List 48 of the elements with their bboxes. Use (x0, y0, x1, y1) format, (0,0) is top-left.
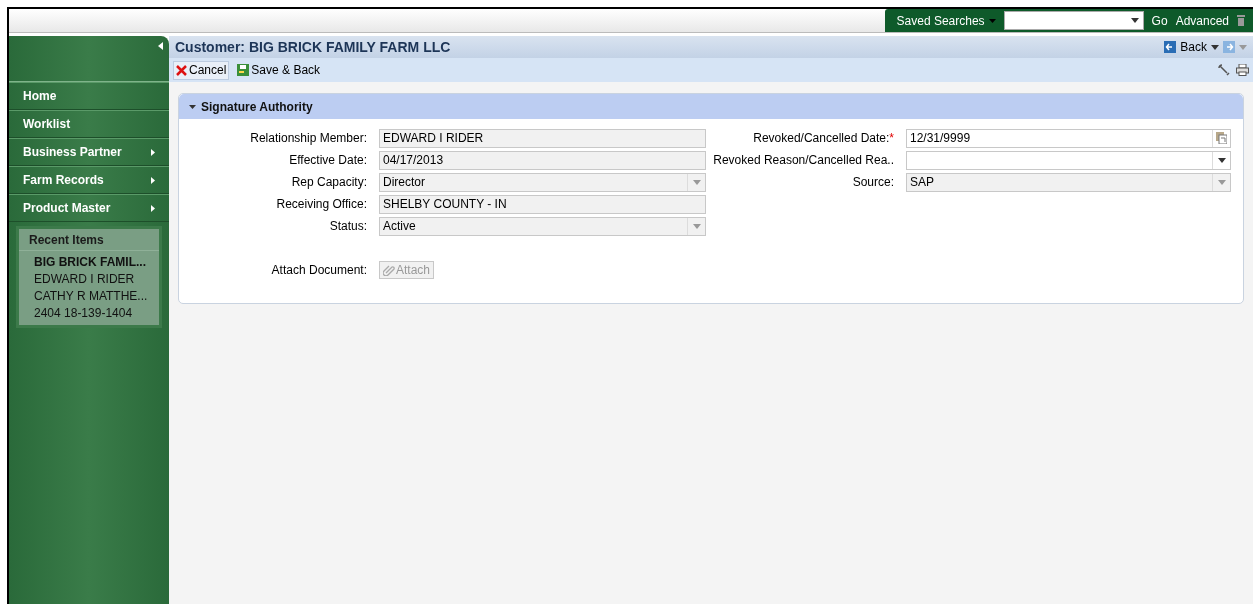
advanced-button[interactable]: Advanced (1175, 11, 1229, 30)
section-header[interactable]: Signature Authority (179, 94, 1243, 119)
dropdown-icon (1239, 44, 1247, 50)
print-icon[interactable] (1236, 64, 1249, 76)
field-label: Rep Capacity: (290, 174, 368, 191)
calendar-icon[interactable] (1216, 132, 1227, 144)
required-mark: * (889, 131, 894, 145)
sidebar-item[interactable]: Home (9, 82, 169, 110)
dropdown-icon (692, 179, 701, 185)
back-arrow-icon[interactable] (1164, 41, 1177, 53)
back-button[interactable]: Back (1180, 38, 1207, 56)
save-button[interactable]: Save & Back (235, 60, 323, 80)
close-icon (176, 64, 187, 76)
dropdown-icon (1130, 18, 1139, 23)
caret-icon (988, 18, 996, 23)
trash-icon[interactable] (1237, 15, 1245, 26)
date-field[interactable]: 12/31/9999 (906, 128, 1231, 148)
dropdown-icon (1217, 157, 1226, 163)
sidebar-item[interactable]: Business Partner (9, 138, 169, 166)
field-label: Effective Date: (288, 152, 368, 169)
expand-caret-icon (189, 104, 196, 109)
field-label: Revoked Reason/Cancelled Rea.. (712, 152, 895, 169)
field-label: Relationship Member: (249, 130, 368, 147)
recent-item[interactable]: BIG BRICK FAMIL... (34, 254, 144, 271)
go-button[interactable]: Go (1151, 11, 1168, 30)
recent-item[interactable]: 2404 18-139-1404 (34, 305, 144, 322)
search-field[interactable] (1003, 11, 1144, 30)
dropdown-icon (692, 223, 701, 229)
cancel-button[interactable]: Cancel (173, 60, 230, 80)
sidebar-item[interactable]: Worklist (9, 110, 169, 138)
page-title: Customer: BIG BRICK FAMILY FARM LLC (175, 37, 451, 57)
dropdown-icon (1211, 44, 1219, 50)
saved-searches-button[interactable]: Saved Searches (896, 11, 996, 30)
wrench-icon[interactable] (1218, 64, 1230, 76)
dropdown-icon (1217, 179, 1226, 185)
recent-item[interactable]: EDWARD I RIDER (34, 271, 144, 288)
field-label: Receiving Office: (275, 196, 368, 213)
field-label: Source: (851, 174, 895, 191)
forward-arrow-icon[interactable] (1223, 41, 1235, 53)
sidebar-item[interactable]: Farm Records (9, 166, 169, 194)
field-label: Revoked/Cancelled Date:* (752, 130, 895, 147)
sidebar-item[interactable]: Product Master (9, 194, 169, 222)
field-label: Status: (328, 218, 368, 235)
recent-items-title: Recent Items (19, 229, 159, 251)
paperclip-icon (383, 264, 395, 276)
dropdown-field[interactable] (906, 150, 1231, 170)
collapse-icon[interactable] (158, 42, 163, 50)
field-label: Attach Document: (270, 262, 368, 279)
